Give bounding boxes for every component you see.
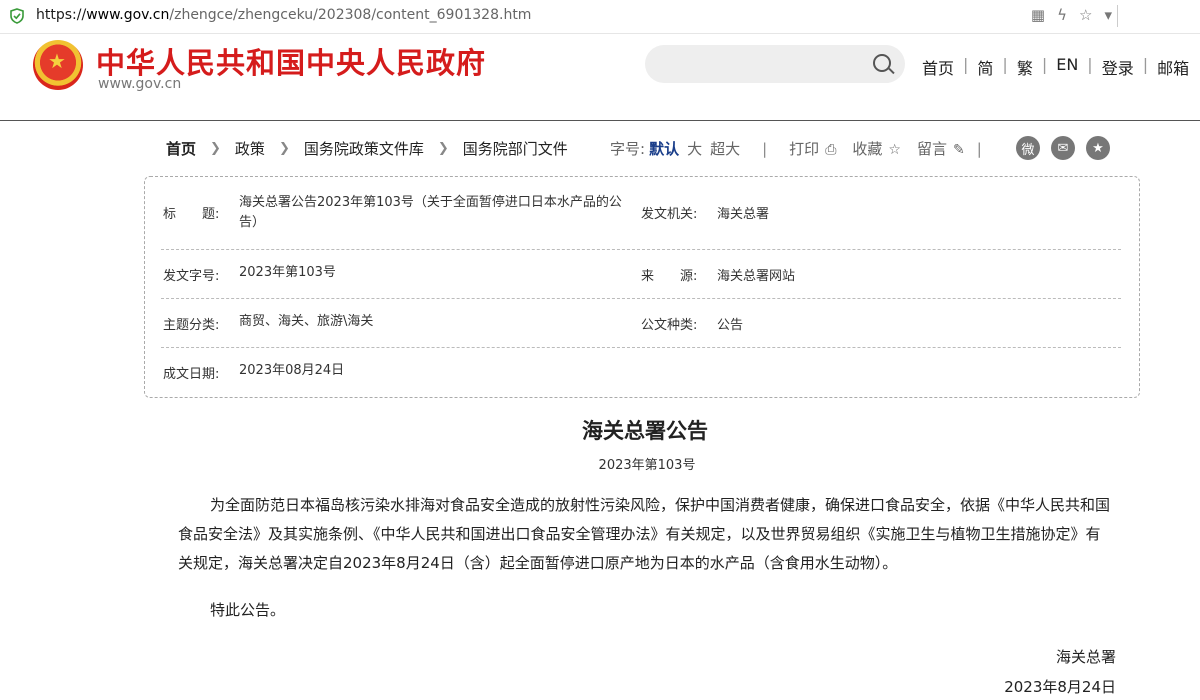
search-input[interactable] [645, 45, 905, 83]
wechat-icon[interactable]: ✉ [1051, 136, 1075, 160]
share-buttons: 微 ✉ ★ [1016, 136, 1110, 160]
link-simplified[interactable]: 简 [977, 55, 993, 79]
separator: | [963, 55, 969, 74]
qr-code-icon[interactable]: ▦ [1031, 6, 1045, 24]
toolbar-divider [1117, 5, 1118, 27]
link-login[interactable]: 登录 [1102, 55, 1134, 79]
top-links: 首页 | 简 | 繁 | EN | 登录 | 邮箱 [922, 55, 1189, 79]
national-emblem-logo[interactable] [33, 40, 83, 90]
star-share-icon[interactable]: ★ [1086, 136, 1110, 160]
secure-shield-icon [10, 8, 24, 24]
article-paragraph: 为全面防范日本福岛核污染水排海对食品安全造成的放射性污染风险，保护中国消费者健康… [178, 496, 1111, 572]
issuer-value: 海关总署 [717, 207, 770, 222]
title-value: 海关总署公告2023年第103号（关于全面暂停进口日本水产品的公告） [239, 195, 622, 230]
print-button[interactable]: 打印 ⎙ [789, 138, 836, 159]
title-label: 标 题: [163, 207, 220, 222]
link-english[interactable]: EN [1056, 55, 1078, 79]
article-closing: 特此公告。 [210, 601, 286, 619]
article-title: 海关总署公告 [582, 418, 708, 443]
source-value: 海关总署网站 [717, 269, 796, 284]
breadcrumb-department-docs[interactable]: 国务院部门文件 [463, 138, 568, 159]
doctype-label: 公文种类: [641, 318, 698, 333]
divider: | [762, 139, 768, 158]
print-label: 打印 [789, 140, 820, 158]
comment-label: 留言 [916, 140, 947, 158]
comment-button[interactable]: 留言 ✎ [917, 138, 965, 159]
favorite-button[interactable]: 收藏 ☆ [852, 138, 901, 159]
star-outline-icon: ☆ [888, 142, 901, 158]
article-signature: 海关总署 [1055, 648, 1116, 666]
font-size-xlarge[interactable]: 超大 [710, 138, 740, 159]
divider: | [976, 139, 982, 158]
link-traditional[interactable]: 繁 [1017, 55, 1033, 79]
url-host: www.gov.cn [86, 7, 170, 23]
lightning-icon[interactable]: ϟ [1057, 6, 1067, 24]
doctype-value: 公告 [717, 318, 744, 333]
document-metadata: 标 题: 海关总署公告2023年第103号（关于全面暂停进口日本水产品的公告） … [144, 176, 1140, 398]
site-domain: www.gov.cn [98, 76, 182, 92]
page-tools: 字号: 默认 大 超大 | 打印 ⎙ 收藏 ☆ 留言 ✎ | [610, 138, 994, 159]
font-size-label: 字号: [610, 140, 646, 158]
link-home[interactable]: 首页 [922, 55, 954, 79]
font-size-default[interactable]: 默认 [649, 138, 679, 159]
font-size-large[interactable]: 大 [687, 138, 702, 159]
url-scheme: https:// [36, 7, 87, 23]
breadcrumb-home[interactable]: 首页 [166, 138, 196, 159]
weibo-icon[interactable]: 微 [1016, 136, 1040, 160]
separator: | [1142, 55, 1149, 74]
topic-value: 商贸、海关、旅游\海关 [239, 314, 374, 329]
url-path: /zhengce/zhengceku/202308/content_690132… [169, 7, 532, 23]
docno-label: 发文字号: [163, 269, 220, 284]
chevron-right-icon: ❯ [437, 141, 449, 156]
favorite-label: 收藏 [852, 140, 883, 158]
separator: | [1087, 55, 1093, 74]
date-label: 成文日期: [163, 367, 220, 382]
article-date: 2023年8月24日 [1004, 678, 1116, 696]
link-mail[interactable]: 邮箱 [1157, 55, 1189, 79]
site-header: 中华人民共和国中央人民政府 www.gov.cn 首页 | 简 | 繁 | EN… [0, 34, 1200, 121]
chevron-right-icon: ❯ [278, 141, 290, 156]
issuer-label: 发文机关: [641, 207, 698, 222]
breadcrumb-policy-library[interactable]: 国务院政策文件库 [304, 138, 424, 159]
url-text[interactable]: https://www.gov.cn/zhengce/zhengceku/202… [36, 7, 531, 23]
topic-label: 主题分类: [163, 318, 220, 333]
browser-address-bar[interactable]: https://www.gov.cn/zhengce/zhengceku/202… [0, 0, 1200, 34]
star-icon[interactable]: ☆ [1079, 6, 1092, 24]
breadcrumb-policy[interactable]: 政策 [235, 138, 265, 159]
separator: | [1002, 55, 1008, 74]
source-label: 来 源: [641, 269, 698, 284]
separator: | [1041, 55, 1048, 74]
docno-value: 2023年第103号 [239, 265, 336, 280]
pencil-icon: ✎ [952, 142, 965, 158]
breadcrumb: 首页 ❯ 政策 ❯ 国务院政策文件库 ❯ 国务院部门文件 [166, 138, 568, 159]
article-subtitle: 2023年第103号 [598, 458, 696, 473]
chevron-right-icon: ❯ [210, 141, 221, 156]
chevron-down-icon[interactable]: ▾ [1104, 6, 1112, 24]
printer-icon: ⎙ [825, 142, 837, 158]
search-icon[interactable] [873, 54, 891, 72]
date-value: 2023年08月24日 [239, 363, 345, 378]
